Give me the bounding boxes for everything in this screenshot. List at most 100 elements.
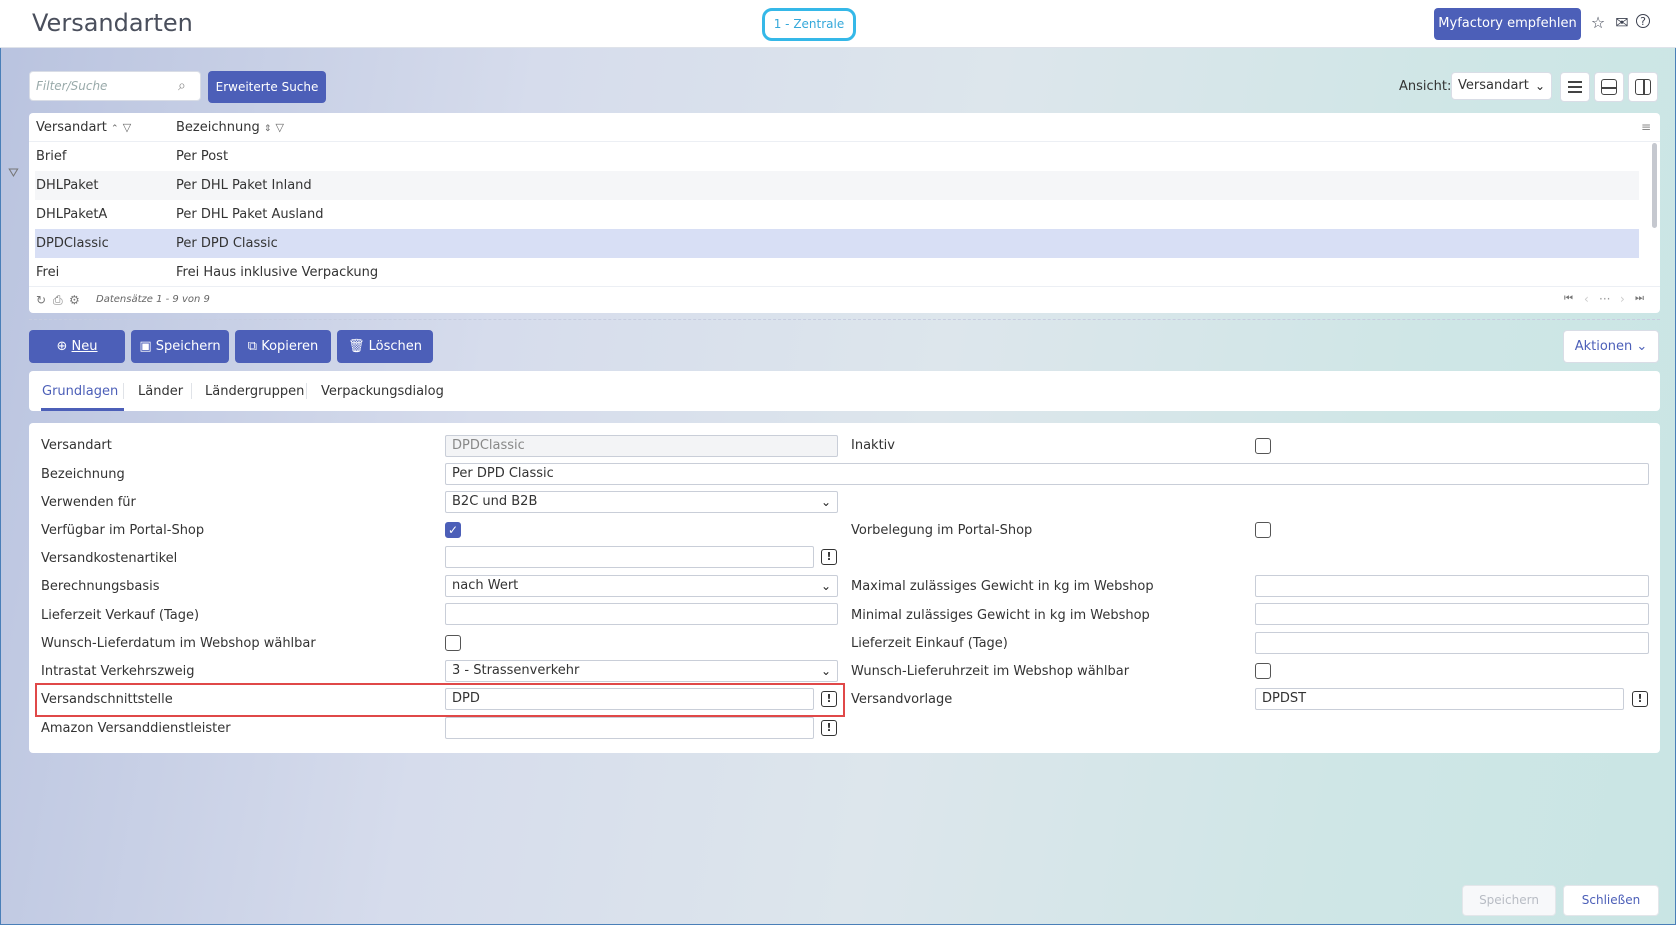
delete-button-label: Löschen: [368, 339, 423, 354]
chevron-down-icon: ⌄: [820, 664, 831, 678]
close-button[interactable]: Schließen: [1563, 885, 1659, 916]
column-header-label: Versandart: [36, 120, 107, 135]
copy-button[interactable]: ⧉ Kopieren: [235, 330, 331, 363]
table-row[interactable]: Brief Per Post: [35, 142, 1639, 171]
recommend-button[interactable]: Myfactory empfehlen: [1434, 8, 1581, 40]
table-row-selected[interactable]: DPDClassic Per DPD Classic: [35, 229, 1639, 258]
chevron-down-icon: ⌄: [1534, 79, 1545, 93]
min-weight-label: Minimal zulässiges Gewicht in kg im Webs…: [851, 608, 1150, 623]
portal-label: Verfügbar im Portal-Shop: [41, 523, 205, 538]
save-button-label: Speichern: [155, 339, 221, 354]
company-badge[interactable]: 1 - Zentrale: [762, 8, 856, 41]
new-button-label: Neu: [71, 339, 98, 354]
column-menu-icon[interactable]: ≡: [1641, 120, 1651, 134]
schnittstelle-label: Versandschnittstelle: [41, 692, 173, 707]
tab-laender[interactable]: Länder: [138, 384, 183, 399]
more-pages-icon[interactable]: ···: [1599, 292, 1610, 306]
intrastat-select[interactable]: 3 - Strassenverkehr ⌄: [445, 660, 838, 682]
grid-scrollbar[interactable]: [1652, 143, 1657, 228]
record-count: Datensätze 1 - 9 von 9: [96, 294, 210, 305]
max-weight-label: Maximal zulässiges Gewicht in kg im Webs…: [851, 579, 1154, 594]
help-icon[interactable]: ?: [1636, 14, 1650, 28]
save-bottom-button[interactable]: Speichern: [1462, 885, 1556, 916]
table-row[interactable]: DHLPaket Per DHL Paket Inland: [35, 171, 1639, 200]
split-vertical-button[interactable]: [1628, 72, 1658, 102]
view-label: Ansicht:: [1399, 79, 1452, 94]
save-icon: ▣: [139, 339, 152, 354]
amazon-field[interactable]: [445, 717, 814, 739]
wunschuhr-checkbox[interactable]: [1255, 663, 1271, 679]
filter-icon[interactable]: ▽: [123, 121, 131, 134]
einkauf-field[interactable]: [1255, 632, 1649, 654]
lookup-icon[interactable]: !: [821, 691, 837, 707]
artikel-label: Versandkostenartikel: [41, 551, 178, 566]
sort-icon[interactable]: ⇕: [264, 124, 272, 134]
bezeichnung-field[interactable]: Per DPD Classic: [445, 463, 1649, 485]
cell-versandart: DPDClassic: [36, 236, 109, 251]
inaktiv-checkbox[interactable]: [1255, 438, 1271, 454]
separator: [29, 319, 1660, 320]
prev-page-icon[interactable]: ‹: [1584, 292, 1589, 306]
column-header-bezeichnung[interactable]: Bezeichnung ⇕ ▽: [176, 120, 284, 135]
artikel-field[interactable]: [445, 546, 814, 568]
lieferzeit-field[interactable]: [445, 603, 838, 625]
einkauf-label: Lieferzeit Einkauf (Tage): [851, 636, 1008, 651]
sort-asc-icon[interactable]: ⌃: [111, 124, 119, 134]
star-icon[interactable]: ☆: [1589, 14, 1607, 32]
vorlage-field[interactable]: DPDST: [1255, 688, 1624, 710]
extended-search-button[interactable]: Erweiterte Suche: [208, 71, 326, 103]
verwenden-select[interactable]: B2C und B2B ⌄: [445, 491, 838, 513]
first-page-icon[interactable]: ⏮: [1564, 293, 1573, 304]
basis-select[interactable]: nach Wert ⌄: [445, 575, 838, 597]
view-select[interactable]: Versandart ⌄: [1451, 72, 1552, 100]
filter-icon[interactable]: ▽: [276, 121, 284, 134]
new-button[interactable]: ⊕ Neu: [29, 330, 125, 363]
print-icon[interactable]: ⎙: [53, 293, 63, 308]
tab-laendergruppen[interactable]: Ländergruppen: [205, 384, 304, 399]
delete-button[interactable]: 🗑 Löschen: [337, 330, 433, 363]
search-input[interactable]: Filter/Suche: [29, 71, 201, 101]
wunschdatum-checkbox[interactable]: [445, 635, 461, 651]
intrastat-label: Intrastat Verkehrszweig: [41, 664, 195, 679]
cell-versandart: Brief: [36, 149, 67, 164]
split-horizontal-icon-line: [1602, 87, 1617, 89]
table-row[interactable]: DHLPaketA Per DHL Paket Ausland: [35, 200, 1639, 229]
lookup-icon[interactable]: !: [821, 720, 837, 736]
inaktiv-label: Inaktiv: [851, 438, 895, 453]
column-header-label: Bezeichnung: [176, 120, 260, 135]
column-header-versandart[interactable]: Versandart ⌃ ▽: [36, 120, 131, 135]
lookup-icon[interactable]: !: [821, 549, 837, 565]
chevron-down-icon: ⌄: [820, 579, 831, 593]
intrastat-select-value: 3 - Strassenverkehr: [452, 663, 580, 678]
lookup-icon[interactable]: !: [1632, 691, 1648, 707]
bezeichnung-label: Bezeichnung: [41, 467, 125, 482]
search-icon[interactable]: ⌕: [178, 78, 194, 94]
basis-select-value: nach Wert: [452, 578, 519, 593]
tab-verpackungsdialog[interactable]: Verpackungsdialog: [321, 384, 444, 399]
page-title: Versandarten: [32, 9, 193, 37]
portal-checkbox[interactable]: ✓: [445, 522, 461, 538]
last-page-icon[interactable]: ⏭: [1635, 293, 1644, 304]
filter-panel-icon[interactable]: ⛛: [8, 166, 19, 181]
actions-dropdown-label: Aktionen: [1574, 339, 1633, 354]
min-weight-field[interactable]: [1255, 603, 1649, 625]
save-button[interactable]: ▣ Speichern: [131, 330, 229, 363]
max-weight-field[interactable]: [1255, 575, 1649, 597]
cell-bezeichnung: Per DHL Paket Ausland: [176, 207, 324, 222]
tab-grundlagen[interactable]: Grundlagen: [42, 384, 118, 399]
versandart-field[interactable]: DPDClassic: [445, 435, 838, 457]
data-grid: Versandart ⌃ ▽ Bezeichnung ⇕ ▽ ≡ Brief P…: [29, 113, 1660, 313]
table-row[interactable]: Frei Frei Haus inklusive Verpackung: [35, 258, 1639, 286]
actions-dropdown[interactable]: Aktionen ⌄: [1563, 330, 1659, 363]
schnittstelle-field[interactable]: DPD: [445, 688, 814, 710]
split-horizontal-button[interactable]: [1594, 72, 1624, 102]
list-view-button[interactable]: [1560, 72, 1590, 102]
next-page-icon[interactable]: ›: [1620, 292, 1625, 306]
list-view-icon-line: [1568, 86, 1582, 88]
settings-icon[interactable]: ⚙: [69, 293, 80, 307]
mail-icon[interactable]: ✉: [1613, 14, 1631, 32]
refresh-icon[interactable]: ↻: [36, 293, 46, 307]
verwenden-label: Verwenden für: [41, 495, 136, 510]
view-select-value: Versandart: [1458, 78, 1529, 93]
vorbelegung-checkbox[interactable]: [1255, 522, 1271, 538]
